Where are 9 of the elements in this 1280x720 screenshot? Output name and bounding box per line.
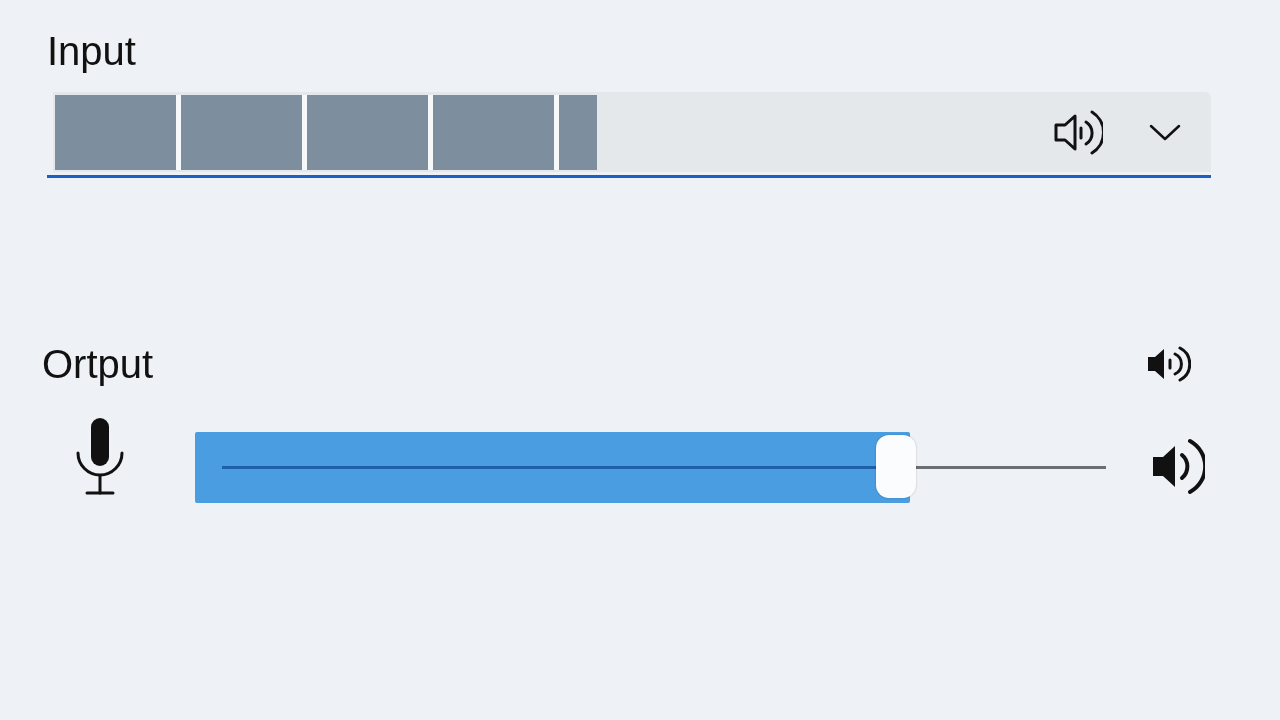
chevron-down-icon bbox=[1149, 123, 1181, 141]
input-heading: Input bbox=[47, 28, 136, 74]
speaker-icon bbox=[1148, 346, 1191, 382]
output-heading: Ortput bbox=[42, 341, 154, 387]
microphone-icon bbox=[75, 418, 125, 496]
speaker-icon bbox=[1054, 109, 1103, 155]
speaker-icon bbox=[1153, 438, 1205, 495]
volume-slider[interactable] bbox=[195, 432, 1106, 503]
slider-thumb[interactable] bbox=[876, 435, 917, 498]
